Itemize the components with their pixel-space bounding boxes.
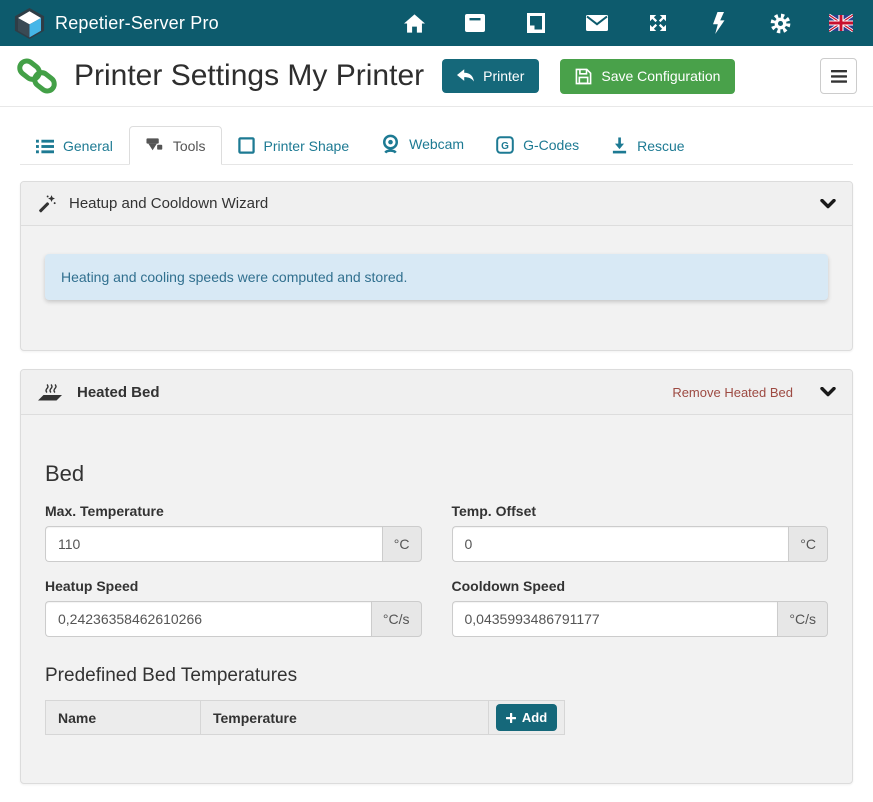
predefined-temperatures-table: Name Temperature Add [45,700,565,735]
printer-button-label: Printer [483,68,524,84]
navbar-menu [402,11,859,35]
power-icon[interactable] [707,11,731,35]
column-header-name: Name [46,701,201,735]
fullscreen-icon[interactable] [646,11,670,35]
bed-settings-grid: Max. Temperature °C Temp. Offset °C Heat… [45,503,828,637]
temp-offset-label: Temp. Offset [452,503,829,519]
max-temperature-field: Max. Temperature °C [45,503,422,562]
heatup-speed-field: Heatup Speed °C/s [45,578,422,637]
tab-tools[interactable]: Tools [129,126,222,165]
tab-rescue[interactable]: Rescue [595,126,700,165]
wizard-status-alert: Heating and cooling speeds were computed… [45,254,828,300]
brand-label: Repetier-Server Pro [55,13,219,34]
heated-bed-panel-body: Bed Max. Temperature °C Temp. Offset °C … [21,461,852,783]
tab-printer-shape[interactable]: Printer Shape [222,126,366,165]
save-button-label: Save Configuration [601,68,720,84]
menu-button[interactable] [820,58,857,94]
heatup-speed-label: Heatup Speed [45,578,422,594]
gcode-icon: G [496,136,514,154]
plus-icon [506,713,516,723]
add-button-label: Add [522,710,547,725]
tab-label: Rescue [637,138,684,154]
save-icon [575,68,592,85]
home-icon[interactable] [402,11,426,35]
column-header-action: Add [489,701,565,735]
heated-bed-collapse-chevron-icon[interactable] [820,387,836,397]
svg-text:G: G [501,141,509,152]
predefined-bed-temperatures-title: Predefined Bed Temperatures [45,665,828,687]
top-navbar: Repetier-Server Pro [0,0,873,46]
page-title: Printer Settings My Printer [74,59,424,93]
link-icon [16,55,58,97]
print-queue-icon[interactable] [524,11,548,35]
heatup-speed-unit: °C/s [371,601,422,637]
tab-label: General [63,138,113,154]
add-temperature-button[interactable]: Add [496,704,557,731]
wizard-collapse-chevron-icon[interactable] [820,199,836,209]
app-logo-icon [14,8,45,39]
printer-back-button[interactable]: Printer [442,59,539,93]
save-configuration-button[interactable]: Save Configuration [560,59,735,94]
cooldown-speed-field: Cooldown Speed °C/s [452,578,829,637]
heatup-speed-input[interactable] [45,601,371,637]
reply-arrow-icon [457,69,474,83]
settings-gear-icon[interactable] [768,11,792,35]
heated-bed-panel-title: Heated Bed [77,384,160,401]
settings-tabs: General Tools Printer Shape Webcam G G-C… [20,123,853,165]
tab-label: Tools [173,138,206,154]
max-temperature-label: Max. Temperature [45,503,422,519]
tab-label: G-Codes [523,137,579,153]
hamburger-icon [831,70,847,83]
column-header-temperature: Temperature [201,701,489,735]
language-flag-icon[interactable] [829,11,853,35]
messages-icon[interactable] [585,11,609,35]
magic-wand-icon [37,194,56,213]
temp-offset-input[interactable] [452,526,789,562]
heatup-cooldown-wizard-panel: Heatup and Cooldown Wizard Heating and c… [20,181,853,351]
wizard-panel-header[interactable]: Heatup and Cooldown Wizard [21,182,852,226]
tab-label: Webcam [409,136,464,152]
max-temperature-unit: °C [382,526,422,562]
heated-bed-icon [37,382,64,402]
max-temperature-input[interactable] [45,526,382,562]
remove-heated-bed-link[interactable]: Remove Heated Bed [672,385,793,400]
heated-bed-panel: Heated Bed Remove Heated Bed Bed Max. Te… [20,369,853,784]
list-icon [36,139,54,154]
tab-label: Printer Shape [264,138,350,154]
extruder-icon [145,137,164,154]
tab-general[interactable]: General [20,127,129,165]
printers-icon[interactable] [463,11,487,35]
bed-section-title: Bed [45,461,828,487]
brand[interactable]: Repetier-Server Pro [14,8,219,39]
cooldown-speed-input[interactable] [452,601,778,637]
tab-webcam[interactable]: Webcam [365,123,480,165]
webcam-icon [381,134,400,154]
wizard-panel-title: Heatup and Cooldown Wizard [69,195,268,212]
temp-offset-field: Temp. Offset °C [452,503,829,562]
square-outline-icon [238,137,255,154]
header-actions: Printer Save Configuration [442,59,735,94]
heated-bed-panel-header[interactable]: Heated Bed Remove Heated Bed [21,370,852,415]
cooldown-speed-label: Cooldown Speed [452,578,829,594]
tab-gcodes[interactable]: G G-Codes [480,125,595,165]
wizard-panel-body: Heating and cooling speeds were computed… [21,226,852,350]
page-header: Printer Settings My Printer Printer Save… [0,46,873,107]
cooldown-speed-unit: °C/s [777,601,828,637]
table-header-row: Name Temperature Add [46,701,565,735]
temp-offset-unit: °C [788,526,828,562]
rescue-icon [611,137,628,154]
